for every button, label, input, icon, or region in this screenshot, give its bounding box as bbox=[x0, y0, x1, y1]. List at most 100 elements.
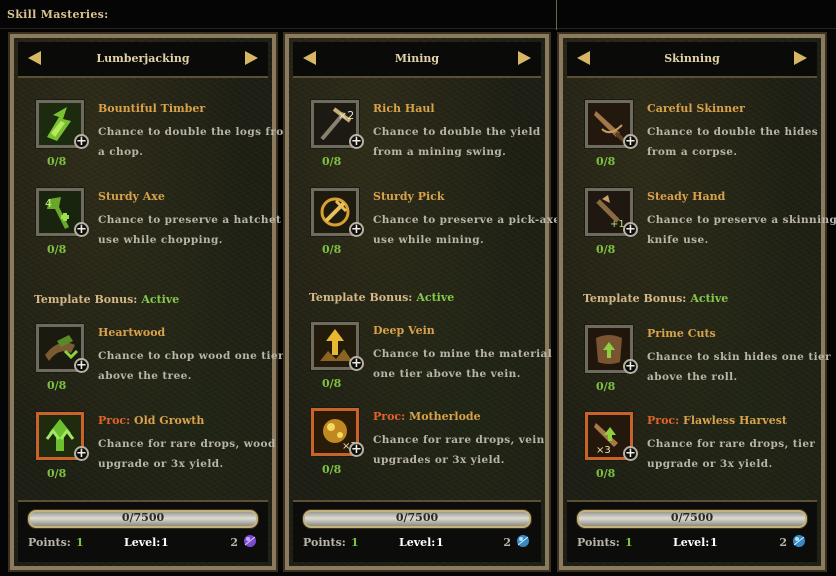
gem-count: 2 bbox=[503, 536, 511, 549]
rank-count: 0/8 bbox=[322, 463, 342, 476]
xp-bar: 0/7500 bbox=[577, 510, 807, 528]
skill-description: Chance to preserve a hatchet use while c… bbox=[98, 214, 282, 246]
panel-footer: 0/7500 Points: 1 Level: 1 2 bbox=[567, 500, 817, 562]
skill-rich-haul: ×2 + 0/8 Rich Haul Chance to double the … bbox=[310, 99, 561, 176]
next-mastery-arrow-icon[interactable] bbox=[245, 51, 258, 65]
skill-name: Proc: Old Growth bbox=[98, 414, 204, 427]
template-bonus: Template Bonus: Active bbox=[309, 291, 454, 304]
skill-name-text: Old Growth bbox=[134, 414, 205, 427]
skill-heartwood: + 0/8 Heartwood Chance to chop wood one … bbox=[35, 323, 286, 400]
template-bonus-status: Active bbox=[416, 291, 455, 304]
add-point-button[interactable]: + bbox=[74, 446, 89, 461]
rank-count: 0/8 bbox=[47, 467, 67, 480]
xp-bar: 0/7500 bbox=[28, 510, 258, 528]
rank-count: 0/8 bbox=[47, 243, 67, 256]
template-bonus-status: Active bbox=[690, 292, 729, 305]
skill-name-text: Flawless Harvest bbox=[683, 414, 787, 427]
rank-count: 0/8 bbox=[596, 243, 616, 256]
skill-description: Chance to double the hides from a corpse… bbox=[647, 126, 819, 158]
add-point-button[interactable]: + bbox=[74, 134, 89, 149]
proc-label: Proc: bbox=[373, 410, 406, 423]
skill-description: Chance for rare drops, wood upgrade or 3… bbox=[98, 438, 276, 470]
skill-bountiful-timber: + 0/8 Bountiful Timber Chance to double … bbox=[35, 99, 295, 176]
points-label: Points: bbox=[303, 536, 346, 549]
add-point-button[interactable]: + bbox=[623, 222, 638, 237]
mastery-panel-mining: Mining ×2 + 0/8 Rich Haul Chance to doub… bbox=[283, 32, 560, 572]
level-value: 1 bbox=[161, 536, 169, 549]
add-point-button[interactable]: + bbox=[623, 134, 638, 149]
skill-name: Proc: Flawless Harvest bbox=[647, 414, 787, 427]
points-value: 1 bbox=[76, 536, 84, 549]
add-point-button[interactable]: + bbox=[74, 222, 89, 237]
template-bonus: Template Bonus: Active bbox=[583, 292, 728, 305]
xp-text: 0/7500 bbox=[121, 511, 165, 524]
points-value: 1 bbox=[351, 536, 359, 549]
title-divider bbox=[0, 28, 836, 29]
level-value: 1 bbox=[436, 536, 444, 549]
add-point-button[interactable]: + bbox=[349, 134, 364, 149]
panel-title: Lumberjacking bbox=[96, 52, 190, 65]
add-point-button[interactable]: + bbox=[349, 356, 364, 371]
level-label: Level: bbox=[399, 536, 436, 549]
template-bonus-label: Template Bonus: bbox=[34, 293, 138, 306]
skill-description: Chance for rare drops, tier upgrade or 3… bbox=[647, 438, 816, 470]
skill-description: Chance to double the yield from a mining… bbox=[373, 126, 541, 158]
proc-label: Proc: bbox=[647, 414, 680, 427]
mastery-panel-skinning: Skinning + 0/8 Careful Skinner Chance to… bbox=[557, 32, 836, 572]
points-value: 1 bbox=[625, 536, 633, 549]
skill-description: Chance to preserve a pick-axe use while … bbox=[373, 214, 561, 246]
skill-steady-hand: +1 + 0/8 Steady Hand Chance to preserve … bbox=[584, 187, 836, 264]
add-point-button[interactable]: + bbox=[74, 358, 89, 373]
skill-motherlode: ×3 + 0/8 Proc: Motherlode Chance for rar… bbox=[310, 407, 561, 484]
skill-careful-skinner: + 0/8 Careful Skinner Chance to double t… bbox=[584, 99, 835, 176]
panel-title: Mining bbox=[394, 52, 440, 65]
skill-name: Sturdy Pick bbox=[373, 190, 445, 203]
skill-name-text: Motherlode bbox=[409, 410, 481, 423]
window-title: Skill Masteries: bbox=[7, 8, 109, 21]
gem-count: 2 bbox=[230, 536, 238, 549]
add-point-button[interactable]: + bbox=[349, 222, 364, 237]
skill-prime-cuts: + 0/8 Prime Cuts Chance to skin hides on… bbox=[584, 324, 835, 401]
points-label: Points: bbox=[28, 536, 71, 549]
skill-deep-vein: + 0/8 Deep Vein Chance to mine the mater… bbox=[310, 321, 561, 398]
panel-header: Lumberjacking bbox=[18, 42, 268, 78]
skill-description: Chance to preserve a skinning knife use. bbox=[647, 214, 836, 246]
level-label: Level: bbox=[124, 536, 161, 549]
panel-footer: 0/7500 Points: 1 Level: 1 2 bbox=[18, 500, 268, 562]
skill-name: Bountiful Timber bbox=[98, 102, 206, 115]
rank-count: 0/8 bbox=[596, 380, 616, 393]
panel-footer: 0/7500 Points: 1 Level: 1 2 bbox=[293, 500, 541, 562]
gem-count: 2 bbox=[779, 536, 787, 549]
next-mastery-arrow-icon[interactable] bbox=[794, 51, 807, 65]
rank-count: 0/8 bbox=[47, 379, 67, 392]
template-bonus-label: Template Bonus: bbox=[583, 292, 687, 305]
rank-count: 0/8 bbox=[322, 155, 342, 168]
rank-count: 0/8 bbox=[322, 243, 342, 256]
skill-old-growth: + 0/8 Proc: Old Growth Chance for rare d… bbox=[35, 411, 286, 488]
points-label: Points: bbox=[577, 536, 620, 549]
column-divider bbox=[556, 0, 557, 30]
skill-flawless-harvest: ×3 + 0/8 Proc: Flawless Harvest Chance f… bbox=[584, 411, 835, 488]
xp-text: 0/7500 bbox=[670, 511, 714, 524]
panel-header: Mining bbox=[293, 42, 541, 78]
panel-title: Skinning bbox=[664, 52, 720, 65]
panel-header: Skinning bbox=[567, 42, 817, 78]
level-label: Level: bbox=[673, 536, 710, 549]
svg-text:×2: ×2 bbox=[338, 109, 354, 122]
skill-name: Heartwood bbox=[98, 326, 166, 339]
skill-description: Chance to mine the material one tier abo… bbox=[373, 348, 553, 380]
proc-label: Proc: bbox=[98, 414, 131, 427]
next-mastery-arrow-icon[interactable] bbox=[518, 51, 531, 65]
rank-count: 0/8 bbox=[596, 155, 616, 168]
skill-description: Chance to chop wood one tier above the t… bbox=[98, 350, 284, 382]
add-point-button[interactable]: + bbox=[623, 359, 638, 374]
skill-sturdy-axe: 4 + 0/8 Sturdy Axe Chance to preserve a … bbox=[35, 187, 286, 264]
skill-description: Chance to double the logs from a chop. bbox=[98, 126, 296, 158]
mastery-panel-lumberjacking: Lumberjacking + 0/8 Bountiful Timber Cha… bbox=[8, 32, 295, 572]
add-point-button[interactable]: + bbox=[623, 446, 638, 461]
skill-name: Deep Vein bbox=[373, 324, 435, 337]
skill-name: Rich Haul bbox=[373, 102, 435, 115]
rank-count: 0/8 bbox=[47, 155, 67, 168]
xp-bar: 0/7500 bbox=[303, 510, 531, 528]
add-point-button[interactable]: + bbox=[349, 442, 364, 457]
